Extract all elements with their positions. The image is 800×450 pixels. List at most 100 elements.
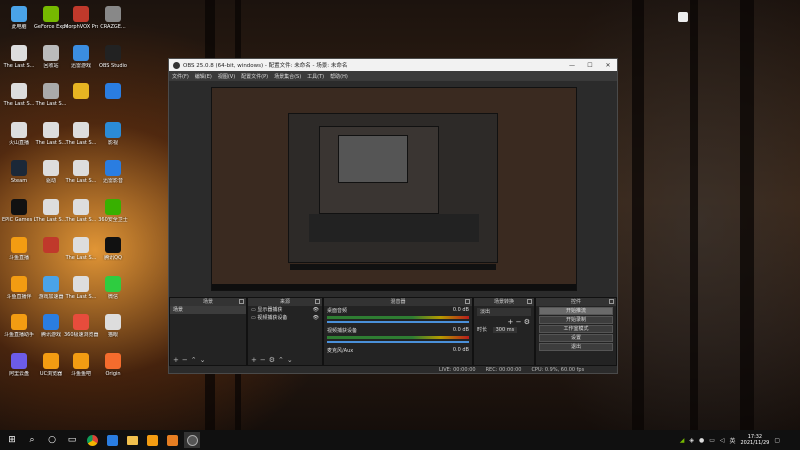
add-icon[interactable]: + xyxy=(173,356,182,364)
menu-file[interactable]: 文件(F) xyxy=(172,73,189,80)
desktop-icon[interactable]: The Last S... xyxy=(64,121,98,146)
desktop-icon[interactable]: 腾讯游戏 xyxy=(34,314,68,338)
down-icon[interactable]: ⌄ xyxy=(200,356,209,364)
input-method[interactable]: 英 xyxy=(729,436,735,445)
desktop-icon[interactable]: MorphVOX Pro xyxy=(64,6,98,30)
start-windows-icon[interactable]: ⊞ xyxy=(4,432,20,448)
desktop-icon[interactable]: OBS Studio xyxy=(96,44,130,69)
desktop-icon[interactable] xyxy=(96,83,130,101)
settings-button[interactable]: 设置 xyxy=(539,334,613,342)
desktop-icon[interactable]: 驱动 xyxy=(34,160,68,184)
volume-slider[interactable] xyxy=(327,341,469,343)
chrome-icon[interactable] xyxy=(84,432,100,448)
desktop-icon[interactable]: 火山直播 xyxy=(2,121,36,146)
down-icon[interactable]: ⌄ xyxy=(287,356,296,364)
exit-button[interactable]: 退出 xyxy=(539,343,613,351)
desktop-icon[interactable] xyxy=(34,237,68,255)
dock-float-icon[interactable] xyxy=(527,299,532,304)
desktop-widget-icon[interactable] xyxy=(678,12,688,22)
source-item[interactable]: ▭ 视频捕获设备 👁 xyxy=(248,314,322,322)
desktop-icon[interactable]: The Last S... xyxy=(64,237,98,261)
desktop-icon[interactable]: 回收站 xyxy=(34,44,68,69)
maximize-button[interactable]: ☐ xyxy=(581,62,599,69)
desktop-icon[interactable]: The Last S... xyxy=(64,160,98,184)
remove-icon[interactable]: − xyxy=(516,318,524,326)
desktop-icon[interactable]: Origin xyxy=(96,352,130,377)
nvidia-icon[interactable]: ◢ xyxy=(680,437,685,444)
desktop-icon[interactable]: The Last S... xyxy=(34,83,68,107)
menu-edit[interactable]: 编辑(E) xyxy=(195,73,212,80)
desktop-icon[interactable]: The Last S... xyxy=(2,83,36,107)
douyu-helper-icon[interactable] xyxy=(164,432,180,448)
obs-titlebar[interactable]: OBS 25.0.8 (64-bit, windows) - 配置文件: 未命名… xyxy=(169,59,617,71)
scene-item[interactable]: 场景 xyxy=(170,306,246,314)
desktop-icon[interactable]: 游戏加速器 xyxy=(34,275,68,300)
desktop-icon[interactable]: 猫眼 xyxy=(96,314,130,338)
close-button[interactable]: ✕ xyxy=(599,62,617,69)
desktop-icon[interactable]: The Last S... xyxy=(34,198,68,223)
dock-float-icon[interactable] xyxy=(315,299,320,304)
menu-scene-collection[interactable]: 场景集合(S) xyxy=(274,73,301,80)
desktop-icon[interactable]: The Last S... xyxy=(2,44,36,69)
desktop-icon[interactable]: 迅雷游戏 xyxy=(64,44,98,69)
transition-select[interactable]: 淡出 xyxy=(477,308,531,316)
file-explorer-icon[interactable] xyxy=(124,432,140,448)
remove-icon[interactable]: − xyxy=(260,356,269,364)
menu-help[interactable]: 帮助(H) xyxy=(330,73,348,80)
start-recording-button[interactable]: 开始录制 xyxy=(539,316,613,324)
menu-tools[interactable]: 工具(T) xyxy=(307,73,324,80)
studio-mode-button[interactable]: 工作室模式 xyxy=(539,325,613,333)
remove-icon[interactable]: − xyxy=(182,356,191,364)
desktop-icon[interactable]: EPIC Games Launcher xyxy=(2,198,36,223)
desktop-icon[interactable]: Steam xyxy=(2,160,36,184)
menu-profile[interactable]: 配置文件(P) xyxy=(241,73,268,80)
desktop-icon[interactable]: 此电脑 xyxy=(2,6,36,30)
eye-icon[interactable]: 👁 xyxy=(313,314,319,322)
desktop-icon[interactable]: 斗鱼直播 xyxy=(2,237,36,261)
minimize-button[interactable]: — xyxy=(563,62,581,69)
cortana-icon[interactable]: ○ xyxy=(44,432,60,448)
desktop-icon[interactable]: The Last S... xyxy=(64,198,98,223)
gear-icon[interactable]: ⚙ xyxy=(269,356,278,364)
desktop-icon[interactable]: 影视 xyxy=(96,121,130,146)
desktop-icon[interactable]: 微信 xyxy=(96,275,130,300)
desktop-icon[interactable]: 360极速浏览器 xyxy=(64,314,98,338)
dock-float-icon[interactable] xyxy=(465,299,470,304)
dock-float-icon[interactable] xyxy=(239,299,244,304)
preview-canvas[interactable] xyxy=(211,87,577,291)
add-icon[interactable]: + xyxy=(508,318,516,326)
up-icon[interactable]: ⌃ xyxy=(191,356,200,364)
tray-app-icon[interactable]: ● xyxy=(699,437,704,444)
clock[interactable]: 17:32 2021/11/29 xyxy=(741,434,770,446)
dock-float-icon[interactable] xyxy=(609,299,614,304)
menu-view[interactable]: 视图(V) xyxy=(218,73,235,80)
desktop-icon[interactable]: 迅雷影音 xyxy=(96,160,130,184)
volume-icon[interactable]: ◁ xyxy=(720,437,725,444)
douyu-icon[interactable] xyxy=(144,432,160,448)
network-icon[interactable]: ▭ xyxy=(709,437,715,444)
volume-slider[interactable] xyxy=(327,321,469,323)
gear-icon[interactable]: ⚙ xyxy=(524,318,530,326)
desktop-icon[interactable]: 腾讯QQ xyxy=(96,237,130,261)
source-item[interactable]: ▭ 显示器捕获 👁 xyxy=(248,306,322,314)
obs-window[interactable]: OBS 25.0.8 (64-bit, windows) - 配置文件: 未命名… xyxy=(168,58,618,374)
desktop-icon[interactable]: 阿里云盘 xyxy=(2,352,36,377)
add-icon[interactable]: + xyxy=(251,356,260,364)
desktop-icon[interactable]: The Last S... xyxy=(64,275,98,300)
desktop-icon[interactable]: GeForce Experience xyxy=(34,6,68,30)
eye-icon[interactable]: 👁 xyxy=(313,306,319,314)
desktop-icon[interactable]: The Last S... xyxy=(34,121,68,146)
notification-icon[interactable]: ▢ xyxy=(774,437,780,444)
desktop-icon[interactable]: 360安全卫士 xyxy=(96,198,130,223)
search-icon[interactable]: ⌕ xyxy=(24,432,40,448)
desktop-icon[interactable]: UC浏览器 xyxy=(34,352,68,377)
up-icon[interactable]: ⌃ xyxy=(278,356,287,364)
desktop-icon[interactable]: CRAZGE... xyxy=(96,6,130,30)
desktop-icon[interactable]: 斗鱼直播助手 xyxy=(2,314,36,338)
tray-app-icon[interactable]: ◈ xyxy=(689,437,694,444)
desktop-icon[interactable]: 斗鱼直播伴 xyxy=(2,275,36,300)
desktop-icon[interactable] xyxy=(64,83,98,101)
task-view-icon[interactable]: ▭ xyxy=(64,432,80,448)
app-icon[interactable] xyxy=(104,432,120,448)
desktop-icon[interactable]: 斗鱼鱼吧 xyxy=(64,352,98,377)
